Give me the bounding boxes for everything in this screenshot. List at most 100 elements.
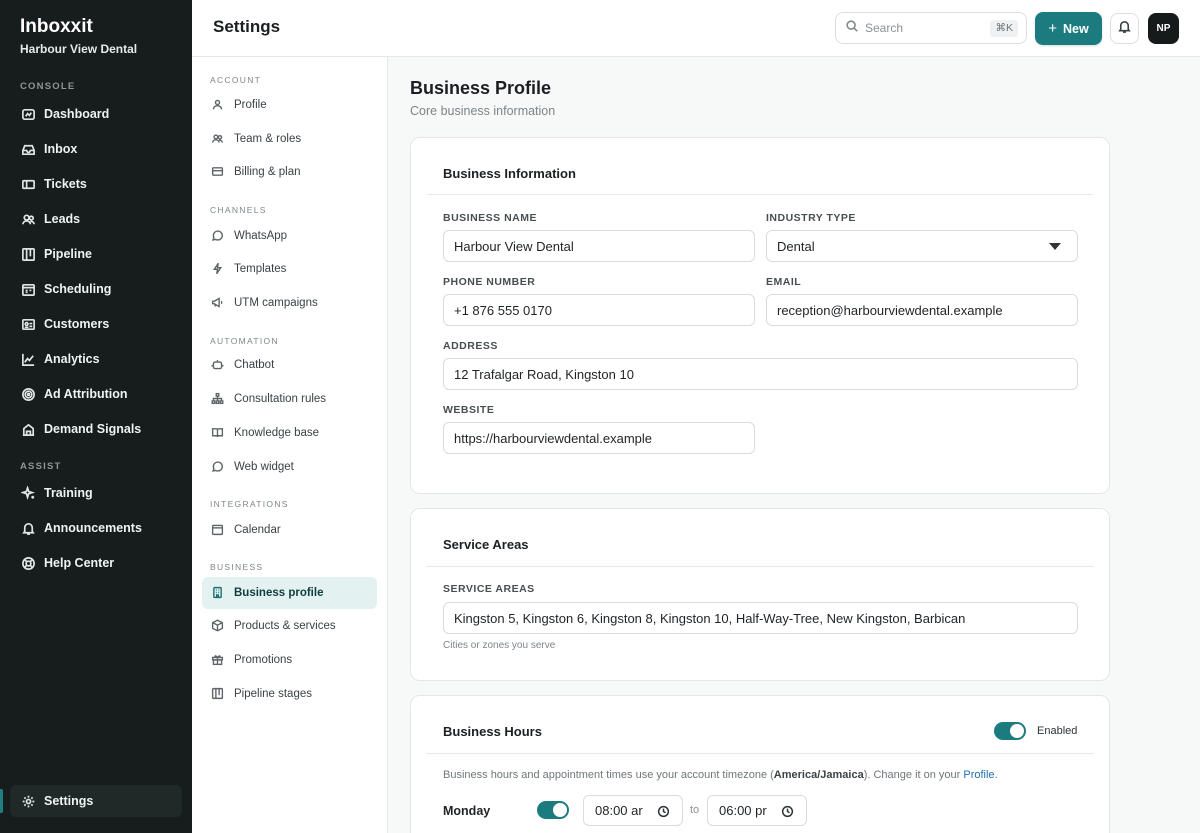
subnav-item-templates[interactable]: Templates: [202, 253, 377, 285]
new-button[interactable]: + New: [1035, 12, 1102, 45]
subnav-item-label: Chatbot: [234, 359, 275, 371]
sidebar-item-label: Training: [44, 486, 93, 500]
address-field[interactable]: 12 Trafalgar Road, Kingston 10: [443, 358, 1078, 390]
business-name-label: BUSINESS NAME: [443, 212, 538, 224]
subnav-item-chatbot[interactable]: Chatbot: [202, 349, 377, 381]
subnav-item-products-services[interactable]: Products & services: [202, 610, 377, 642]
brand-name[interactable]: Inboxxit: [20, 16, 93, 38]
sidebar-item-training[interactable]: Training: [10, 477, 182, 509]
sidebar-item-label: Customers: [44, 317, 110, 331]
megaphone-icon: [211, 296, 225, 310]
sidebar-item-label: Leads: [44, 212, 81, 226]
plus-icon: +: [1048, 20, 1058, 37]
profile-link[interactable]: Profile: [963, 769, 994, 781]
subnav-item-label: Templates: [234, 263, 287, 275]
subnav-item-label: Consultation rules: [234, 393, 327, 405]
sidebar-item-label: Inbox: [44, 142, 78, 156]
subnav-item-utm-campaigns[interactable]: UTM campaigns: [202, 287, 377, 319]
card-title: Business Hours: [443, 724, 542, 739]
subnav-item-profile[interactable]: Profile: [202, 89, 377, 121]
sidebar-item-inbox[interactable]: Inbox: [10, 133, 182, 165]
business-hours-toggle[interactable]: [994, 722, 1026, 740]
subnav-item-billing[interactable]: Billing & plan: [202, 156, 377, 188]
website-field[interactable]: https://harbourviewdental.example: [443, 422, 755, 454]
subnav-item-pipeline-stages[interactable]: Pipeline stages: [202, 678, 377, 710]
subnav-item-label: Pipeline stages: [234, 688, 312, 700]
new-button-label: New: [1063, 21, 1089, 36]
divider: [427, 753, 1093, 754]
bolt-icon: [211, 262, 225, 276]
subnav-item-promotions[interactable]: Promotions: [202, 644, 377, 676]
avatar[interactable]: NP: [1148, 13, 1179, 44]
subnav-item-knowledge-base[interactable]: Knowledge base: [202, 417, 377, 449]
lifebuoy-icon: [20, 555, 36, 571]
subnav-item-label: Web widget: [234, 461, 294, 473]
chat-bubble-icon: [211, 460, 225, 474]
monday-close-time[interactable]: 06:00 pr: [707, 795, 807, 826]
sidebar-item-analytics[interactable]: Analytics: [10, 343, 182, 375]
open-time-value: 08:00 ar: [595, 803, 643, 818]
monday-open-time[interactable]: 08:00 ar: [583, 795, 683, 826]
sidebar-item-settings[interactable]: Settings: [10, 785, 182, 817]
sidebar-item-customers[interactable]: Customers: [10, 308, 182, 340]
industry-type-value: Dental: [777, 238, 815, 254]
sidebar-item-demand-signals[interactable]: Demand Signals: [10, 413, 182, 445]
sidebar-item-leads[interactable]: Leads: [10, 203, 182, 235]
address-label: ADDRESS: [443, 340, 498, 352]
shortcut-badge: ⌘K: [990, 20, 1018, 37]
toggle-knob: [1010, 724, 1024, 738]
search-input[interactable]: Search ⌘K: [835, 12, 1027, 44]
phone-number-field[interactable]: +1 876 555 0170: [443, 294, 755, 326]
pipeline-icon: [211, 687, 225, 701]
subnav-section-integrations: INTEGRATIONS: [210, 499, 289, 509]
section-label-assist: ASSIST: [20, 461, 62, 472]
subnav-item-web-widget[interactable]: Web widget: [202, 451, 377, 483]
credit-card-icon: [211, 165, 225, 179]
subnav-item-business-profile[interactable]: Business profile: [202, 577, 377, 609]
chart-line-icon: [20, 351, 36, 367]
sidebar-item-help-center[interactable]: Help Center: [10, 547, 182, 579]
calendar-icon: [211, 523, 225, 537]
sidebar-item-label: Ad Attribution: [44, 387, 128, 401]
hierarchy-icon: [211, 392, 225, 406]
users-icon: [20, 211, 36, 227]
website-label: WEBSITE: [443, 404, 495, 416]
sidebar-item-dashboard[interactable]: Dashboard: [10, 98, 182, 130]
box-icon: [211, 619, 225, 633]
sidebar-item-scheduling[interactable]: Scheduling: [10, 273, 182, 305]
business-name-field[interactable]: Harbour View Dental: [443, 230, 755, 262]
robot-icon: [211, 358, 225, 372]
sidebar-item-label: Help Center: [44, 556, 115, 570]
email-field[interactable]: reception@harbourviewdental.example: [766, 294, 1078, 326]
gear-icon: [20, 793, 36, 809]
subnav-item-label: UTM campaigns: [234, 297, 318, 309]
sidebar-item-announcements[interactable]: Announcements: [10, 512, 182, 544]
subnav-item-team-roles[interactable]: Team & roles: [202, 123, 377, 155]
bell-icon: [20, 520, 36, 536]
subnav-item-label: Calendar: [234, 524, 281, 536]
sidebar-item-tickets[interactable]: Tickets: [10, 168, 182, 200]
search-placeholder: Search: [865, 21, 904, 35]
subnav-section-automation: AUTOMATION: [210, 336, 279, 346]
pipeline-icon: [20, 246, 36, 262]
divider: [427, 194, 1093, 195]
subnav-item-consultation-rules[interactable]: Consultation rules: [202, 383, 377, 415]
sidebar-item-ad-attribution[interactable]: Ad Attribution: [10, 378, 182, 410]
note-text: ). Change it on your: [863, 769, 964, 781]
sidebar-item-pipeline[interactable]: Pipeline: [10, 238, 182, 270]
sidebar-item-label: Announcements: [44, 521, 142, 535]
card-title: Business Information: [443, 166, 576, 181]
subnav-item-calendar[interactable]: Calendar: [202, 514, 377, 546]
notifications-button[interactable]: [1110, 13, 1139, 44]
subnav-section-channels: CHANNELS: [210, 205, 267, 215]
industry-type-select[interactable]: Dental: [766, 230, 1078, 262]
chevron-down-icon: [1049, 243, 1061, 250]
day-label-monday: Monday: [443, 804, 491, 818]
monday-toggle[interactable]: [537, 801, 569, 819]
subnav-item-whatsapp[interactable]: WhatsApp: [202, 220, 377, 252]
timezone-value: America/Jamaica: [773, 769, 864, 781]
service-areas-field[interactable]: Kingston 5, Kingston 6, Kingston 8, King…: [443, 602, 1078, 634]
toggle-knob: [553, 803, 567, 817]
divider: [427, 566, 1093, 567]
note-text: Business hours and appointment times use…: [443, 769, 774, 781]
